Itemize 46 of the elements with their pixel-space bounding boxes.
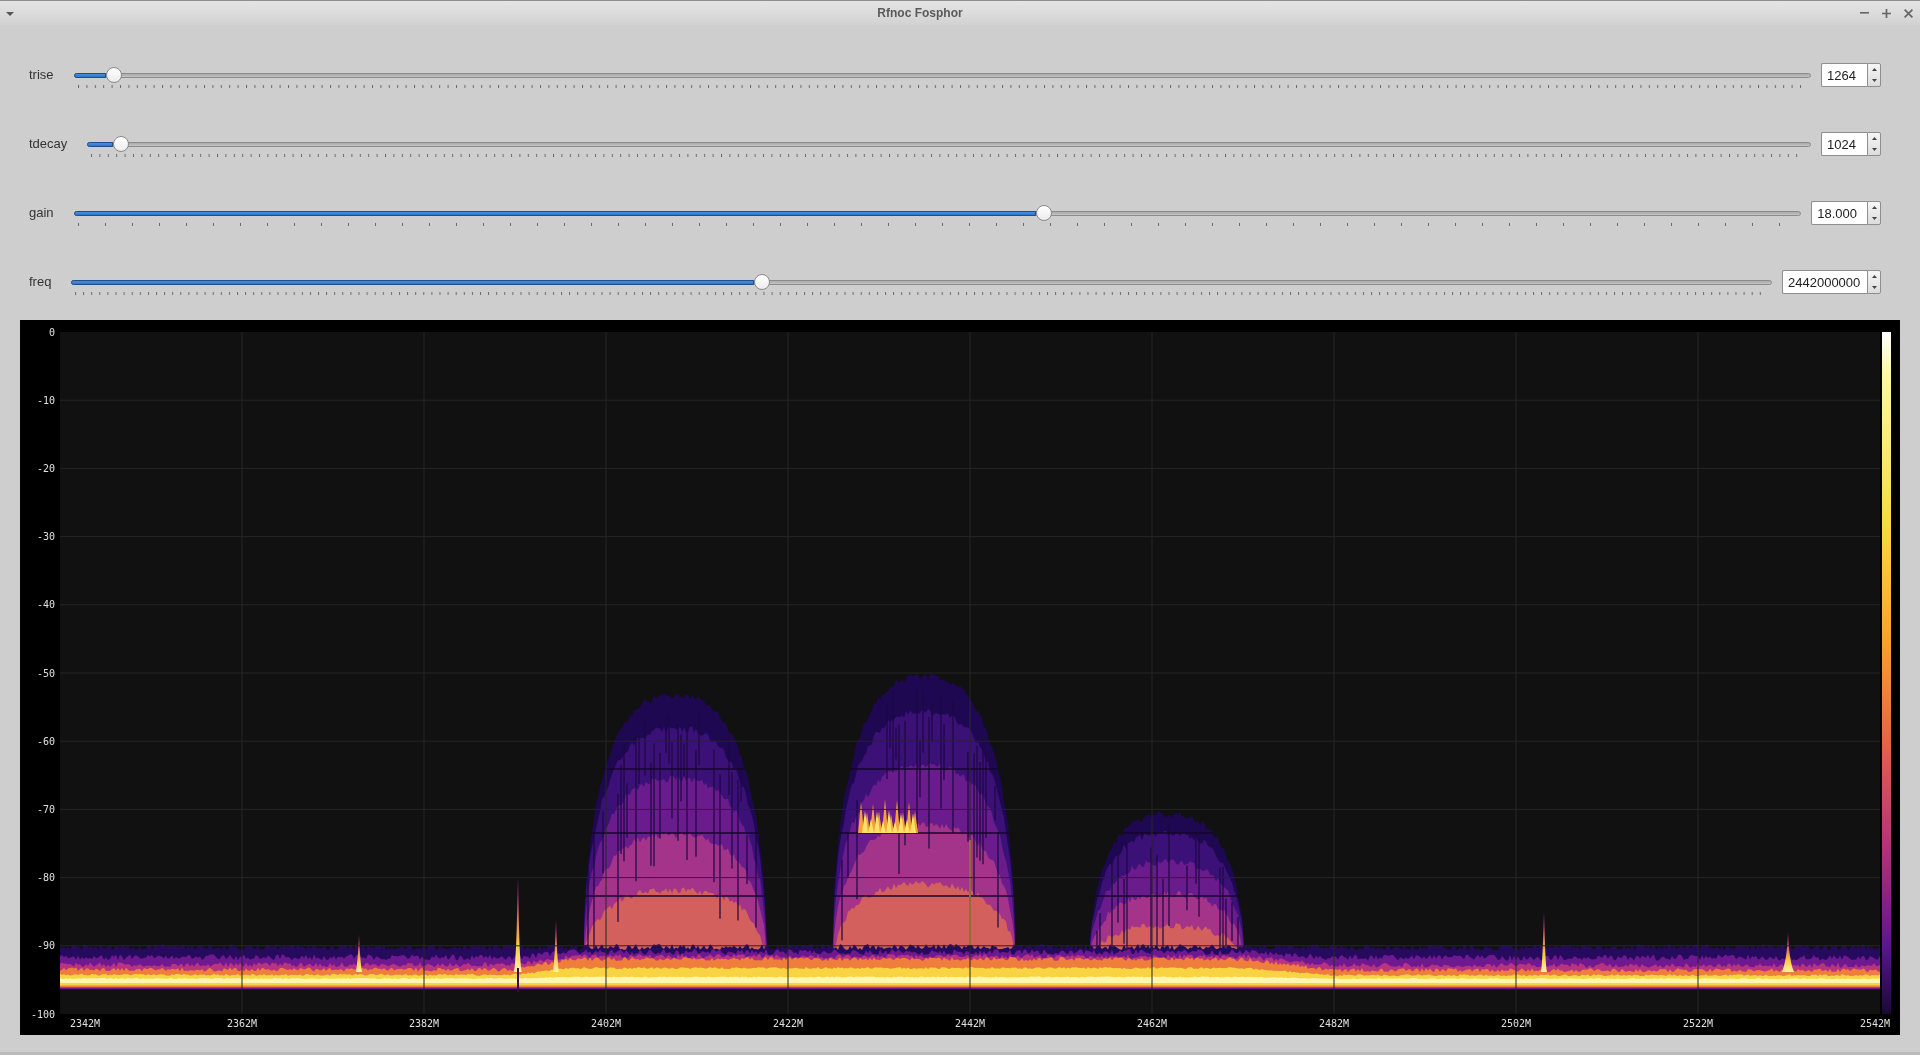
slider-handle[interactable] xyxy=(113,136,129,152)
x-axis-label: 2422M xyxy=(772,1018,804,1029)
down-caret-icon xyxy=(1871,79,1877,82)
x-axis-label: 2442M xyxy=(954,1018,986,1029)
x-axis-label: 2382M xyxy=(408,1018,440,1029)
y-axis-label: -10 xyxy=(36,394,55,406)
down-caret-icon xyxy=(1871,286,1877,289)
down-caret-icon xyxy=(1871,217,1877,220)
close-icon[interactable] xyxy=(1904,8,1913,18)
slider-label: gain xyxy=(29,204,54,222)
window-title: Rfnoc Fosphor xyxy=(876,6,964,20)
slider-label: trise xyxy=(29,66,54,84)
y-axis-label: -60 xyxy=(36,735,55,747)
x-axis-label: 2462M xyxy=(1136,1018,1168,1029)
up-caret-icon xyxy=(1871,137,1877,140)
y-axis-label: -80 xyxy=(36,872,55,884)
x-axis-label: 2522M xyxy=(1682,1018,1714,1029)
y-axis-label: -100 xyxy=(30,1008,55,1020)
y-axis-label: -40 xyxy=(36,599,55,611)
slider-label: tdecay xyxy=(29,135,68,153)
slider-handle[interactable] xyxy=(754,274,771,290)
value-field[interactable]: 1264 xyxy=(1821,63,1867,87)
caret-icon[interactable] xyxy=(6,12,14,16)
slider-label: freq xyxy=(29,273,52,291)
x-axis-label: 2402M xyxy=(590,1018,622,1029)
up-caret-icon xyxy=(1871,206,1877,209)
up-caret-icon xyxy=(1871,68,1877,71)
x-axis-label: 2342M xyxy=(69,1018,101,1029)
x-axis-label: 2362M xyxy=(226,1018,258,1029)
y-axis-label: -20 xyxy=(36,462,55,474)
y-axis-label: -90 xyxy=(36,940,55,952)
value-field[interactable]: 1024 xyxy=(1821,132,1867,156)
y-axis-label: -30 xyxy=(36,531,55,543)
y-axis-label: 0 xyxy=(48,326,55,338)
plus-icon[interactable] xyxy=(1882,8,1891,18)
value-field[interactable]: 2442000000 xyxy=(1782,270,1867,294)
y-axis-label: -70 xyxy=(36,803,55,815)
x-axis-label: 2482M xyxy=(1318,1018,1350,1029)
slider-handle[interactable] xyxy=(1036,205,1053,221)
y-axis-label: -50 xyxy=(36,667,55,679)
down-caret-icon xyxy=(1871,148,1877,151)
slider-handle[interactable] xyxy=(106,67,123,83)
x-axis-label: 2542M xyxy=(1859,1018,1890,1029)
value-field[interactable]: 18.000 xyxy=(1811,201,1867,225)
up-caret-icon xyxy=(1871,275,1877,278)
x-axis-label: 2502M xyxy=(1500,1018,1532,1029)
